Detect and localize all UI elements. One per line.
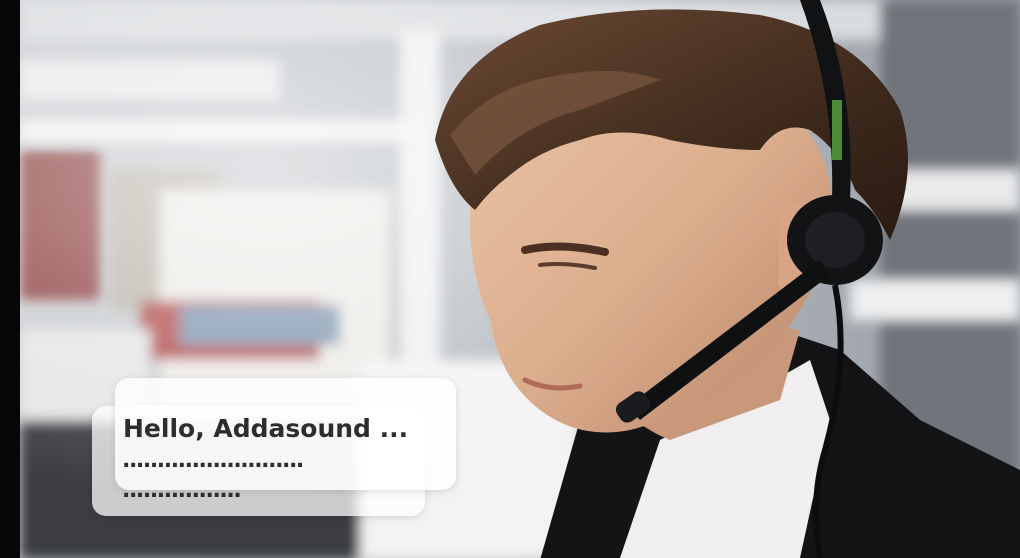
typing-dots-line-1: .......................... [122, 448, 304, 473]
hero-scene: Hello, Addasound ... ...................… [0, 0, 1020, 558]
left-edge-bar [0, 0, 20, 558]
typing-dots-line-2: ................. [122, 478, 242, 503]
chat-greeting-text: Hello, Addasound ... [123, 414, 409, 443]
